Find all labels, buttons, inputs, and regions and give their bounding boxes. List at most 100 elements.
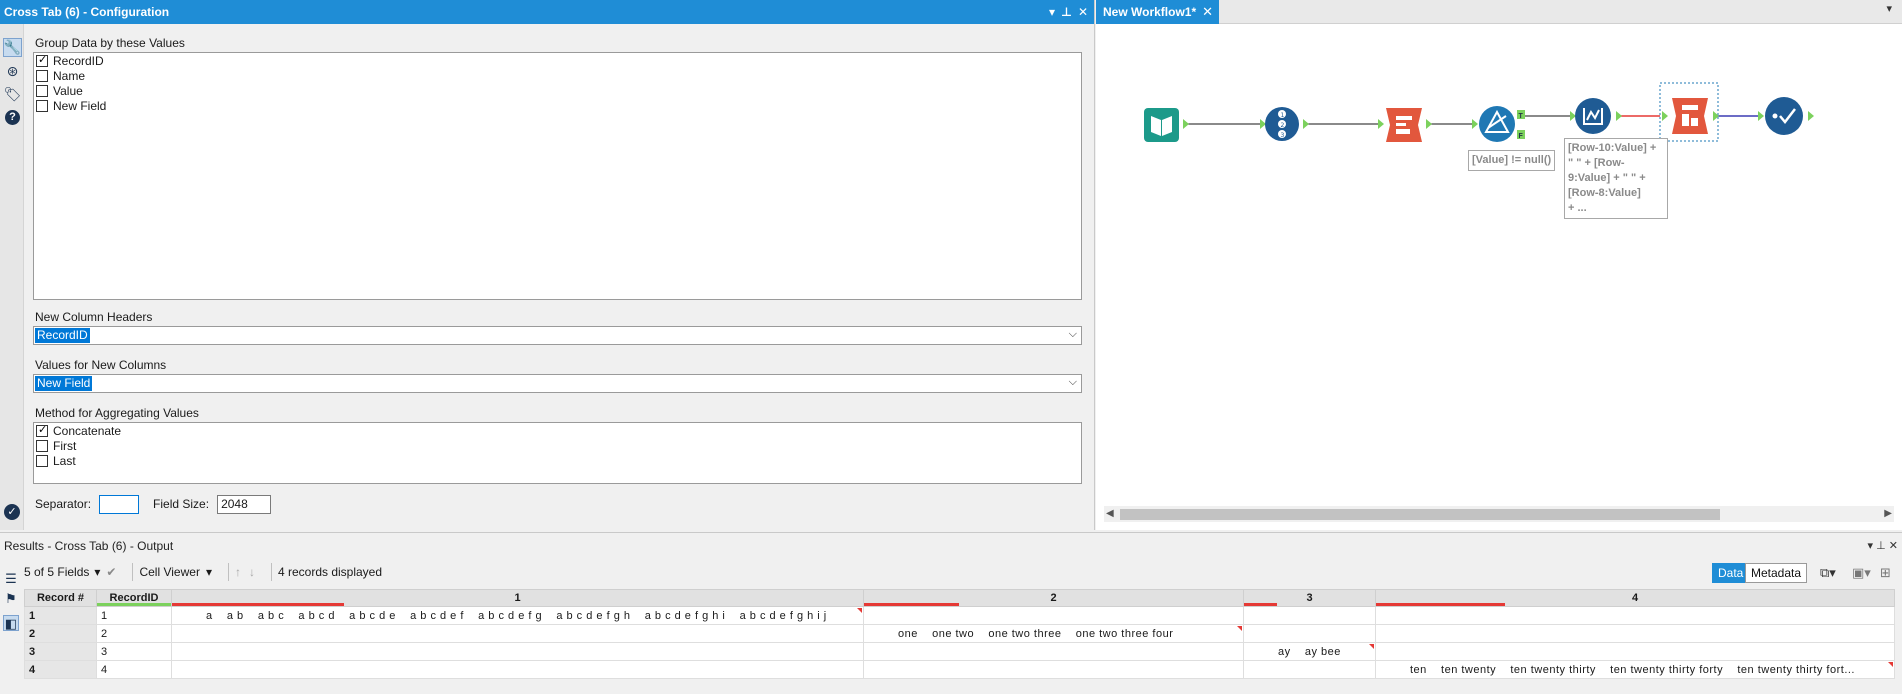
- check-icon[interactable]: ✔: [106, 565, 116, 579]
- column-header[interactable]: 3: [1243, 589, 1376, 607]
- headers-select[interactable]: RecordID ⌵: [33, 326, 1082, 345]
- dropdown-icon[interactable]: ▾: [1049, 0, 1055, 24]
- tag-icon[interactable]: 🏷: [3, 85, 22, 104]
- table-cell[interactable]: 1: [96, 606, 172, 625]
- config-side-toolbar: 🔧 ⊛ 🏷 ?: [0, 24, 24, 530]
- column-header[interactable]: 4: [1375, 589, 1895, 607]
- checkbox[interactable]: [36, 423, 48, 437]
- column-header[interactable]: 2: [863, 589, 1244, 607]
- table-cell[interactable]: ten ten twenty ten twenty thirty ten twe…: [1375, 660, 1895, 679]
- table-cell[interactable]: 2: [24, 624, 97, 643]
- method-option[interactable]: First: [34, 438, 1081, 453]
- table-row[interactable]: 2 2 one one two one two three one two thre…: [24, 624, 1895, 643]
- scroll-right-icon[interactable]: ▶: [1884, 506, 1892, 522]
- group-field-option[interactable]: Value: [34, 83, 1081, 98]
- data-toggle[interactable]: Data: [1712, 563, 1750, 583]
- table-cell[interactable]: 3: [24, 642, 97, 661]
- pin-icon[interactable]: ⊥: [1876, 540, 1886, 552]
- table-cell[interactable]: 4: [24, 660, 97, 679]
- workflow-panel: New Workflow1* ✕ ▾ 1 2 3 T F [Value] != …: [1096, 0, 1902, 530]
- table-cell[interactable]: [1375, 642, 1895, 661]
- checkbox[interactable]: [36, 53, 48, 67]
- dropdown-icon[interactable]: ▾: [1868, 540, 1874, 552]
- field-size-input[interactable]: 2048: [217, 494, 272, 514]
- table-row[interactable]: 3 3 ay ay bee: [24, 642, 1895, 661]
- group-field-option[interactable]: New Field: [34, 98, 1081, 113]
- copy-icon[interactable]: ⧉▾: [1820, 565, 1836, 581]
- method-option[interactable]: Last: [34, 453, 1081, 468]
- formula-line: + ...: [1568, 202, 1587, 214]
- table-cell[interactable]: [171, 660, 864, 679]
- table-cell[interactable]: one one two one two three one two three …: [863, 624, 1244, 643]
- checkbox[interactable]: [36, 439, 48, 452]
- table-cell[interactable]: 4: [96, 660, 172, 679]
- arrow-up-icon[interactable]: ↑: [235, 565, 241, 579]
- results-grid[interactable]: Record # RecordID 1 2 3 4 1 1 a a b a b c …: [24, 589, 1895, 679]
- pin-icon[interactable]: ⊥: [1061, 0, 1072, 24]
- table-cell[interactable]: 2: [96, 624, 172, 643]
- results-toolbar: 5 of 5 Fields ▾ ✔ Cell Viewer ▾ ↑ ↓ 4 re…: [24, 561, 1902, 583]
- table-row[interactable]: 1 1 a a b a b c a b c d a b c d e a b c d …: [24, 606, 1895, 625]
- column-header[interactable]: RecordID: [96, 589, 172, 607]
- table-cell[interactable]: [863, 606, 1244, 625]
- values-select[interactable]: New Field ⌵: [33, 374, 1082, 393]
- chevron-down-icon[interactable]: ⌵: [1069, 328, 1077, 341]
- list-icon[interactable]: ☰: [3, 571, 19, 587]
- table-cell[interactable]: [863, 660, 1244, 679]
- scrollbar-thumb[interactable]: [1120, 509, 1720, 520]
- target-icon[interactable]: ⊛: [3, 62, 22, 81]
- column-header[interactable]: Record #: [24, 589, 97, 607]
- arrow-down-icon[interactable]: ↓: [249, 565, 255, 579]
- group-fields-list[interactable]: RecordIDNameValueNew Field: [33, 52, 1082, 300]
- table-row[interactable]: 4 4 ten ten twenty ten twenty thirty ten t…: [24, 660, 1895, 679]
- scroll-left-icon[interactable]: ◀: [1106, 506, 1114, 522]
- table-cell[interactable]: [1243, 624, 1376, 643]
- close-icon[interactable]: ✕: [1078, 0, 1088, 24]
- chevron-down-icon[interactable]: ▾: [206, 565, 212, 579]
- checkbox[interactable]: [36, 454, 48, 467]
- cell-viewer-selector[interactable]: Cell Viewer ▾: [139, 565, 212, 579]
- column-header[interactable]: 1: [171, 589, 864, 607]
- formula-line: 9:Value] + " " +: [1568, 172, 1646, 184]
- wrench-icon[interactable]: 🔧: [3, 38, 22, 57]
- table-cell[interactable]: [1243, 606, 1376, 625]
- group-field-option[interactable]: RecordID: [34, 53, 1081, 68]
- field-size-label: Field Size:: [153, 497, 210, 511]
- table-cell[interactable]: [1375, 606, 1895, 625]
- table-cell[interactable]: a a b a b c a b c d a b c d e a b c d e …: [171, 606, 864, 625]
- table-cell[interactable]: [1243, 660, 1376, 679]
- chevron-down-icon[interactable]: ▾: [94, 565, 100, 579]
- close-icon[interactable]: ✕: [1889, 540, 1898, 552]
- table-cell[interactable]: [171, 624, 864, 643]
- svg-text:3: 3: [1281, 132, 1285, 139]
- table-cell[interactable]: [863, 642, 1244, 661]
- table-cell[interactable]: ay ay bee: [1243, 642, 1376, 661]
- help-icon[interactable]: ?: [3, 108, 22, 127]
- cell-value: 4: [101, 663, 108, 676]
- chevron-down-icon[interactable]: ⌵: [1069, 376, 1077, 389]
- cell-value: 4: [29, 663, 36, 676]
- flag-icon[interactable]: ⚑: [3, 591, 19, 607]
- method-list[interactable]: ConcatenateFirstLast: [33, 422, 1082, 484]
- table-cell[interactable]: [1375, 624, 1895, 643]
- table-cell[interactable]: [171, 642, 864, 661]
- checkbox[interactable]: [36, 99, 48, 112]
- checkbox[interactable]: [36, 69, 48, 82]
- close-icon[interactable]: ✕: [1202, 0, 1213, 24]
- horizontal-scrollbar[interactable]: ◀ ▶: [1104, 506, 1894, 522]
- method-option[interactable]: Concatenate: [34, 423, 1081, 438]
- group-field-option[interactable]: Name: [34, 68, 1081, 83]
- expand-icon[interactable]: ⊞: [1880, 565, 1891, 581]
- metadata-toggle[interactable]: Metadata: [1745, 563, 1808, 583]
- checkbox[interactable]: [36, 84, 48, 97]
- cell-value: a a b a b c a b c d a b c d e a b c d e …: [206, 609, 827, 622]
- fields-selector[interactable]: 5 of 5 Fields ▾ ✔: [24, 565, 116, 579]
- tag-icon[interactable]: ◧: [3, 615, 19, 631]
- table-cell[interactable]: 1: [24, 606, 97, 625]
- tab-new-workflow[interactable]: New Workflow1* ✕: [1096, 0, 1219, 24]
- save-icon[interactable]: ▣▾: [1852, 565, 1871, 581]
- chevron-down-icon[interactable]: ▾: [1886, 2, 1892, 15]
- workflow-canvas[interactable]: 1 2 3 T F [Value] != null() [Row-10:Valu…: [1096, 24, 1902, 504]
- separator-input[interactable]: [99, 494, 140, 514]
- table-cell[interactable]: 3: [96, 642, 172, 661]
